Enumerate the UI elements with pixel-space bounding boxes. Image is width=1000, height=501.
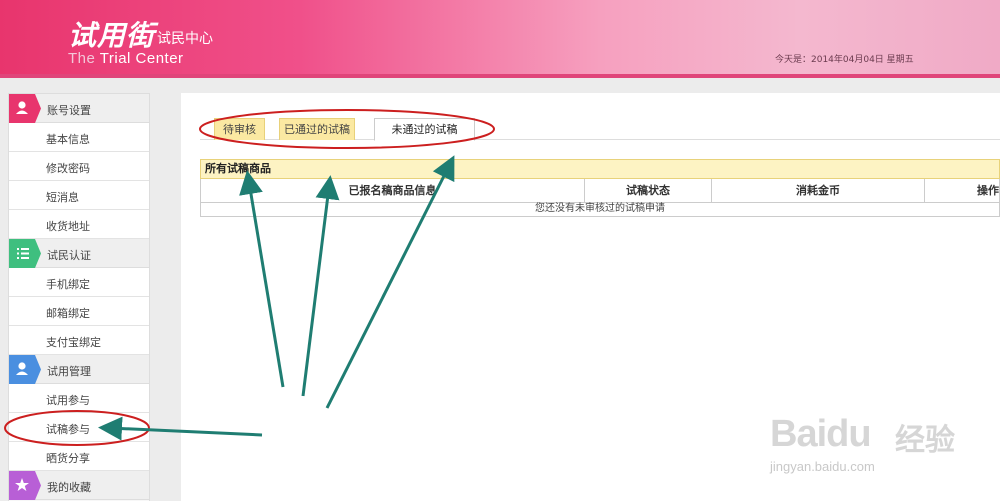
sidebar-item-alipay-bind[interactable]: 支付宝绑定: [9, 326, 149, 355]
logo-english: The Trial Center: [68, 50, 184, 67]
column-header-status: 试稿状态: [585, 179, 712, 202]
tab-rejected-drafts[interactable]: 未通过的试稿: [374, 118, 475, 141]
sidebar-section-account[interactable]: 账号设置: [9, 94, 149, 123]
logo-subtitle: 试民中心: [157, 31, 213, 47]
watermark-brand: Baidu: [770, 413, 872, 455]
site-header: 试用街 试民中心 The Trial Center 今天是：2014年04月04…: [0, 0, 1000, 78]
sidebar-item-messages[interactable]: 短消息: [9, 181, 149, 210]
sidebar-item-label: 基本信息: [46, 133, 90, 146]
site-logo[interactable]: 试用街: [68, 14, 155, 54]
column-header-product-info: 已报名稿商品信息: [201, 179, 585, 202]
watermark-url: jingyan.baidu.com: [770, 459, 875, 474]
sidebar-item-email-bind[interactable]: 邮箱绑定: [9, 297, 149, 326]
sidebar-item-label: 试用参与: [46, 394, 90, 407]
sidebar-item-label: 支付宝绑定: [46, 336, 101, 349]
sidebar-nav: 账号设置 基本信息 修改密码 短消息 收货地址 试民认证 手机绑定 邮箱绑定 支…: [8, 93, 150, 501]
sidebar-section-favorites[interactable]: 我的收藏: [9, 471, 149, 500]
sidebar-item-address[interactable]: 收货地址: [9, 210, 149, 239]
sidebar-item-draft-participation[interactable]: 试稿参与: [9, 413, 149, 442]
star-icon: [9, 471, 41, 500]
user-icon: [9, 94, 41, 123]
table-header-row: 已报名稿商品信息 试稿状态 消耗金币 操作: [200, 179, 1000, 203]
sidebar-item-label: 邮箱绑定: [46, 307, 90, 320]
table-title: 所有试稿商品: [200, 159, 1000, 179]
sidebar-item-label: 短消息: [46, 191, 79, 204]
date-display: 今天是：2014年04月04日 星期五: [775, 55, 914, 65]
sidebar-item-label: 晒货分享: [46, 452, 90, 465]
sidebar-item-label: 手机绑定: [46, 278, 90, 291]
sidebar-section-label: 试民认证: [47, 249, 91, 262]
column-header-actions: 操作: [977, 184, 999, 197]
sidebar-item-basic-info[interactable]: 基本信息: [9, 123, 149, 152]
list-icon: [9, 239, 41, 268]
sidebar-item-label: 修改密码: [46, 162, 90, 175]
logo-english-the: The: [68, 50, 96, 67]
watermark-cn: 经验: [895, 423, 955, 458]
sidebar-section-verification[interactable]: 试民认证: [9, 239, 149, 268]
baidu-jingyan-watermark: Baidu 经验 jingyan.baidu.com: [760, 395, 990, 485]
tab-bar: 待审核 已通过的试稿 未通过的试稿: [200, 118, 1000, 141]
sidebar-item-label: 收货地址: [46, 220, 90, 233]
tab-approved-drafts[interactable]: 已通过的试稿: [279, 118, 355, 140]
sidebar-item-change-password[interactable]: 修改密码: [9, 152, 149, 181]
sidebar-item-share[interactable]: 晒货分享: [9, 442, 149, 471]
sidebar-section-label: 账号设置: [47, 104, 91, 117]
table-empty-message: 您还没有未审核过的试稿申请: [200, 203, 1000, 217]
sidebar-item-trial-participation[interactable]: 试用参与: [9, 384, 149, 413]
sidebar-item-label: 试稿参与: [46, 423, 90, 436]
tab-pending-review[interactable]: 待审核: [214, 118, 265, 140]
sidebar-section-label: 试用管理: [47, 365, 91, 378]
sidebar-section-trial-management[interactable]: 试用管理: [9, 355, 149, 384]
sidebar-item-phone-bind[interactable]: 手机绑定: [9, 268, 149, 297]
logo-english-rest: Trial Center: [95, 50, 184, 67]
column-header-coins: 消耗金币: [712, 179, 925, 202]
sidebar-section-label: 我的收藏: [47, 481, 91, 494]
user-icon: [9, 355, 41, 384]
